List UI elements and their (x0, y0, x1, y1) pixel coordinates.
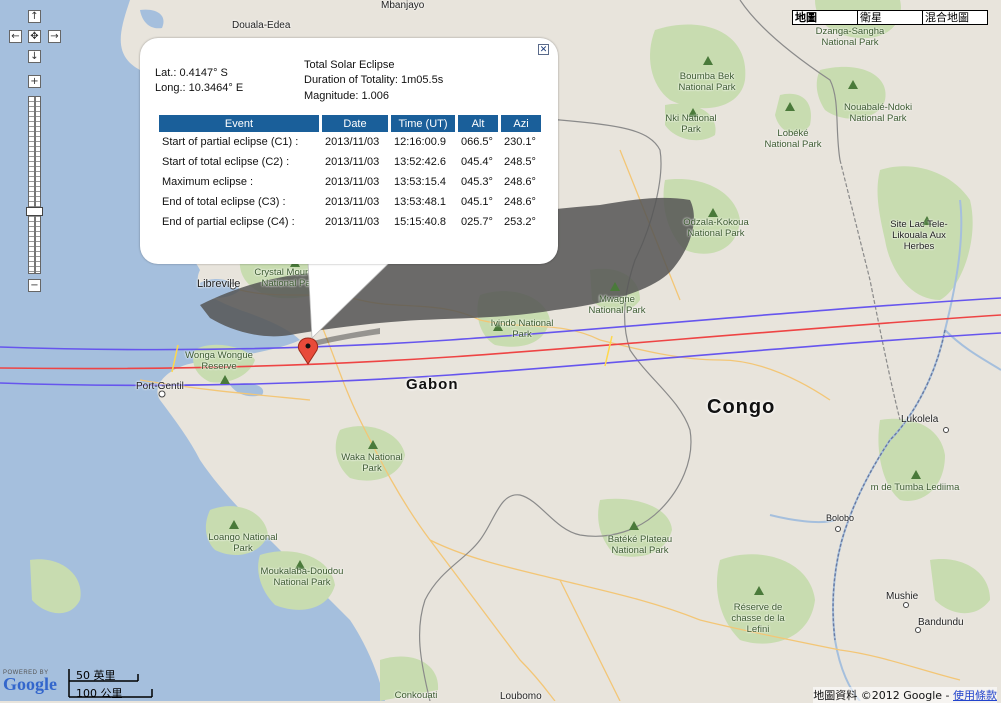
azi-cell: 253.2° (504, 216, 536, 228)
pan-down-button[interactable]: ↓ (28, 50, 41, 63)
park-label: Batéké Plateau National Park (607, 534, 673, 556)
map-type-map[interactable]: 地圖 (792, 10, 858, 25)
alt-cell: 066.5° (461, 136, 493, 148)
park-label: Ivindo National Park (490, 318, 554, 340)
magnitude-text: Magnitude: 1.006 (304, 90, 390, 102)
park-label: Nouabalé-Ndoki National Park (843, 102, 913, 124)
event-cell: Start of partial eclipse (C1) : (162, 136, 299, 148)
azi-cell: 248.5° (504, 156, 536, 168)
city-label: Mushie (886, 591, 919, 602)
city-label: Bolobo (826, 513, 855, 523)
city-label-port-gentil: Port-Gentil (136, 381, 184, 392)
zoom-out-button[interactable]: − (28, 279, 41, 292)
pan-right-button[interactable]: → (48, 30, 61, 43)
park-label: Odzala-Kokoua National Park (683, 217, 749, 239)
date-cell: 2013/11/03 (325, 216, 380, 228)
city-label: Bandundu (918, 617, 964, 628)
zoom-slider-track[interactable] (28, 96, 41, 274)
eclipse-type-text: Total Solar Eclipse (304, 59, 395, 71)
country-label-congo: Congo (707, 396, 776, 418)
map-type-hybrid[interactable]: 混合地圖 (922, 10, 988, 25)
azi-cell: 230.1° (504, 136, 536, 148)
park-label: Lobéké National Park (764, 128, 822, 150)
park-label: m de Tumba Lediima (870, 482, 960, 493)
city-label: Mbanjayo (381, 0, 425, 11)
table-row: Start of partial eclipse (C1) : 2013/11/… (159, 132, 541, 152)
park-label: Moukalaba-Doudou National Park (260, 566, 344, 588)
close-icon[interactable]: ✕ (538, 44, 549, 55)
date-cell: 2013/11/03 (325, 196, 380, 208)
date-cell: 2013/11/03 (325, 156, 380, 168)
google-wordmark: Google (3, 674, 57, 694)
terms-of-use-link[interactable]: 使用條款 (953, 689, 997, 702)
park-label: Site Lac Tele-Likouala Aux Herbes (890, 219, 948, 252)
azi-cell: 248.6° (504, 176, 536, 188)
copyright-text: 地圖資料 ©2012 Google - (813, 689, 953, 702)
event-cell: End of total eclipse (C3) : (162, 196, 286, 208)
map-type-selector: 地圖 衛星 混合地圖 (792, 10, 988, 25)
table-row: End of partial eclipse (C4) : 2013/11/03… (159, 212, 541, 232)
city-label: Lukolela (901, 414, 939, 425)
longitude-text: Long.: 10.3464° E (155, 82, 244, 94)
park-label: Waka National Park (341, 452, 403, 474)
pan-left-button[interactable]: ← (9, 30, 22, 43)
pan-center-button[interactable]: ✥ (28, 30, 41, 43)
column-header: Date (322, 115, 388, 132)
google-logo[interactable]: POWERED BY Google (3, 670, 57, 695)
alt-cell: 045.3° (461, 176, 493, 188)
date-cell: 2013/11/03 (325, 176, 380, 188)
limb-mark-right (604, 335, 613, 367)
scale-metric: 100 公里 (76, 687, 123, 700)
park-label: Wonga Wongue Reserve (185, 350, 253, 372)
park-label: Mwagne National Park (588, 294, 646, 316)
lagoon-north (140, 9, 164, 29)
country-label-gabon: Gabon (406, 376, 459, 393)
map-type-satellite[interactable]: 衛星 (857, 10, 923, 25)
pan-up-button[interactable]: ↑ (28, 10, 41, 23)
event-cell: Start of total eclipse (C2) : (162, 156, 290, 168)
park-label: Nki National Park (665, 113, 717, 135)
time-cell: 15:15:40.8 (394, 216, 446, 228)
park-label: Boumba Bek National Park (678, 71, 736, 93)
event-cell: Maximum eclipse : (162, 176, 254, 188)
event-cell: End of partial eclipse (C4) : (162, 216, 295, 228)
time-cell: 12:16:00.9 (394, 136, 446, 148)
time-cell: 13:53:15.4 (394, 176, 446, 188)
city-label-libreville: Libreville (197, 278, 241, 290)
scale-imperial: 50 英里 (76, 669, 116, 682)
time-cell: 13:52:42.6 (394, 156, 446, 168)
date-cell: 2013/11/03 (325, 136, 380, 148)
info-window: ✕ Lat.: 0.4147° S Long.: 10.3464° E Tota… (140, 38, 558, 264)
park-label: Conkouati (394, 690, 438, 701)
column-header: Alt (458, 115, 498, 132)
park-label: Dzanga-Sangha National Park (815, 26, 885, 48)
column-header: Azi (501, 115, 541, 132)
zoom-in-button[interactable]: + (28, 75, 41, 88)
alt-cell: 045.1° (461, 196, 493, 208)
eclipse-events-table: Event Date Time (UT) Alt Azi Start of pa… (156, 115, 544, 232)
park-label: Réserve de chasse de la Lefini (731, 602, 785, 635)
alt-cell: 025.7° (461, 216, 493, 228)
column-header: Time (UT) (391, 115, 455, 132)
table-row: Maximum eclipse : 2013/11/03 13:53:15.4 … (159, 172, 541, 192)
column-header: Event (159, 115, 319, 132)
duration-text: Duration of Totality: 1m05.5s (304, 74, 444, 86)
park-label: Loango National Park (208, 532, 278, 554)
info-window-pointer (304, 259, 396, 339)
latitude-text: Lat.: 0.4147° S (155, 67, 228, 79)
alt-cell: 045.4° (461, 156, 493, 168)
table-row: Start of total eclipse (C2) : 2013/11/03… (159, 152, 541, 172)
city-label: Loubomo (500, 691, 542, 702)
azi-cell: 248.6° (504, 196, 536, 208)
table-header-row: Event Date Time (UT) Alt Azi (159, 115, 541, 132)
city-label: Douala-Edea (232, 20, 291, 31)
zoom-slider-thumb[interactable] (26, 207, 43, 216)
table-row: End of total eclipse (C3) : 2013/11/03 1… (159, 192, 541, 212)
time-cell: 13:53:48.1 (394, 196, 446, 208)
